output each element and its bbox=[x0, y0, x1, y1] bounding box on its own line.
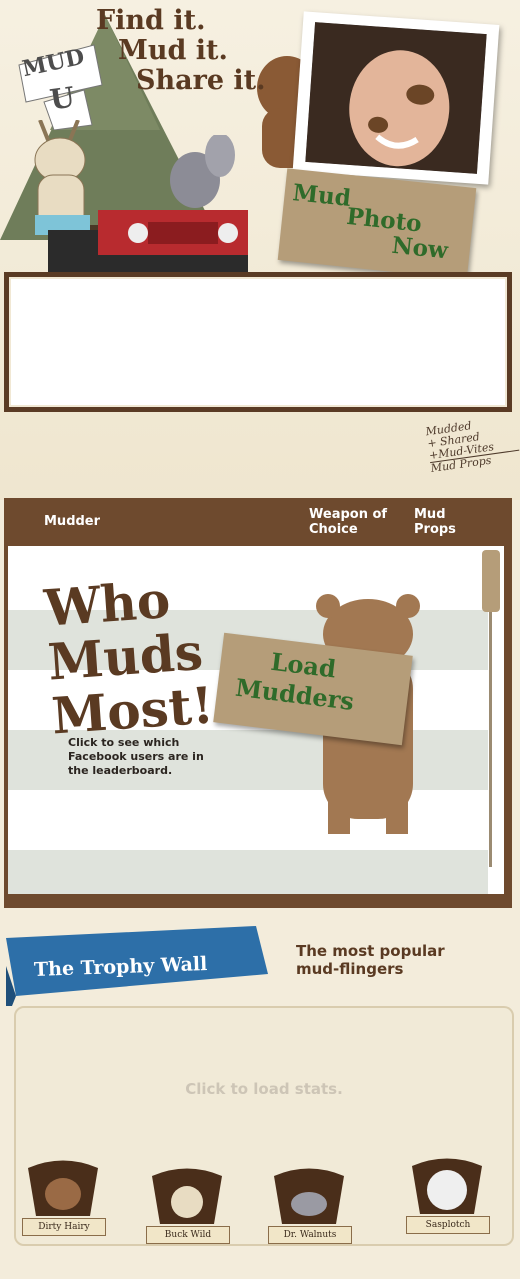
load-stats-link[interactable]: Click to load stats. bbox=[16, 1080, 512, 1098]
trophy-label: Buck Wild bbox=[146, 1226, 230, 1244]
photo-upload-area[interactable] bbox=[4, 272, 512, 412]
headline-line-3: Most! bbox=[49, 675, 216, 746]
tagline-line-1: Find it. bbox=[96, 5, 206, 36]
trophy-buck-wild[interactable]: Buck Wild bbox=[144, 1166, 230, 1250]
trophy-dirty-hairy[interactable]: Dirty Hairy bbox=[20, 1158, 106, 1242]
row-stripe bbox=[8, 850, 488, 894]
trophy-label: Dr. Walnuts bbox=[268, 1226, 352, 1244]
logo-text-u: U bbox=[47, 80, 77, 117]
mud-photo-now-label-1: Mud bbox=[291, 179, 353, 213]
who-muds-most-headline: Who Muds Most! bbox=[42, 570, 216, 746]
column-weapon-of-choice: Weapon of Choice bbox=[309, 507, 388, 537]
subtitle-line-1: The most popular bbox=[296, 942, 445, 960]
leaderboard-header: Mudder Weapon of Choice Mud Props bbox=[4, 498, 512, 544]
leaderboard-body: Who Muds Most! Click to see which Facebo… bbox=[8, 546, 504, 894]
scrollbar-thumb[interactable] bbox=[482, 550, 500, 612]
column-mudder: Mudder bbox=[44, 514, 101, 529]
sample-muddy-face-photo bbox=[305, 22, 487, 174]
trophy-sasplotch[interactable]: Sasplotch bbox=[404, 1156, 490, 1240]
squirrel-character bbox=[170, 135, 235, 208]
tagline: Find it. Mud it. Share it. bbox=[96, 6, 296, 96]
tagline-line-3: Share it. bbox=[136, 65, 266, 96]
scrollbar-track[interactable] bbox=[489, 612, 492, 867]
column-mud-props: Mud Props bbox=[414, 507, 456, 537]
mud-photo-now-label-3: Now bbox=[390, 231, 450, 265]
load-mudders-label-2: Mudders bbox=[233, 672, 356, 716]
handwritten-note: Mudded + Shared +Mud-Vites Mud Props bbox=[425, 414, 520, 475]
subtitle-line-2: mud-flingers bbox=[296, 960, 404, 978]
trophy-dr-walnuts[interactable]: Dr. Walnuts bbox=[266, 1166, 352, 1250]
trophy-label: Sasplotch bbox=[406, 1216, 490, 1234]
trophy-wall-scroll: Click to load stats. Dirty Hairy Buck Wi… bbox=[14, 1006, 514, 1246]
top-banner: MUD U Find it. Mud it. Share it. Mud Pho… bbox=[0, 0, 520, 500]
leaderboard-description: Click to see which Facebook users are in… bbox=[68, 736, 204, 777]
mud-photo-now-button[interactable]: Mud Photo Now bbox=[277, 168, 477, 280]
trophy-label: Dirty Hairy bbox=[22, 1218, 106, 1236]
tagline-line-2: Mud it. bbox=[118, 35, 228, 66]
leaderboard-panel: Mudder Weapon of Choice Mud Props Who Mu… bbox=[4, 498, 512, 908]
trophy-wall-subtitle: The most popular mud-flingers bbox=[296, 942, 445, 978]
mud-photo-now-label-2: Photo bbox=[345, 202, 423, 238]
sample-photo-polaroid bbox=[292, 11, 500, 185]
